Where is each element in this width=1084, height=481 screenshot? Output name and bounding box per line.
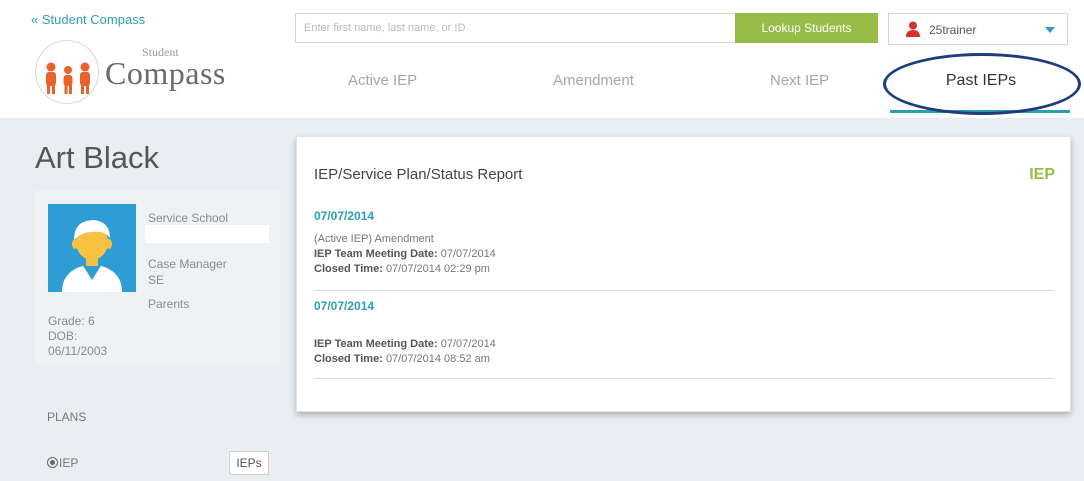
entry-meeting-line: IEP Team Meeting Date: 07/07/2014 — [314, 248, 496, 260]
plans-heading: PLANS — [47, 410, 87, 424]
student-avatar-icon — [62, 220, 122, 292]
meeting-date-value: 07/07/2014 — [440, 248, 496, 260]
ieps-button[interactable]: IEPs — [229, 451, 269, 475]
tab-next-iep[interactable]: Next IEP — [770, 72, 829, 89]
family-icon — [46, 62, 90, 94]
iep-badge: IEP — [1029, 166, 1055, 183]
meeting-date-value: 07/07/2014 — [440, 338, 496, 350]
back-link[interactable]: « Student Compass — [31, 12, 145, 27]
highlight-ellipse-annotation — [883, 53, 1081, 115]
caret-down-icon[interactable] — [1045, 27, 1055, 33]
report-entry: 07/07/2014 IEP Team Meeting Date: 07/07/… — [314, 299, 1054, 379]
closed-time-value: 07/07/2014 02:29 pm — [385, 263, 490, 275]
user-menu[interactable]: 25trainer — [888, 13, 1068, 45]
closed-time-label: Closed Time: — [314, 353, 383, 365]
service-school-value — [145, 225, 269, 243]
entry-note: (Active IEP) Amendment — [314, 233, 434, 245]
meeting-date-label: IEP Team Meeting Date: — [314, 248, 438, 260]
student-avatar — [48, 204, 136, 292]
iep-plan-row: IEP IEPs — [47, 451, 269, 477]
service-school-label: Service School — [148, 211, 229, 225]
logo-large-text: Compass — [105, 55, 226, 91]
student-compass-logo[interactable]: Student Compass — [35, 33, 235, 104]
grade-text: Grade: 6 — [48, 314, 95, 328]
tab-amendment[interactable]: Amendment — [553, 72, 634, 89]
header: « Student Compass Student Compass Lookup… — [0, 0, 1084, 118]
report-title: IEP/Service Plan/Status Report — [314, 166, 523, 183]
report-panel: IEP/Service Plan/Status Report IEP 07/07… — [296, 136, 1071, 412]
lookup-students-button[interactable]: Lookup Students — [735, 13, 878, 43]
closed-time-value: 07/07/2014 08:52 am — [385, 353, 490, 365]
entry-closed-line: Closed Time: 07/07/2014 08:52 am — [314, 353, 490, 365]
parents-label: Parents — [148, 297, 190, 311]
case-manager-value: SE — [148, 273, 165, 287]
tab-active-iep[interactable]: Active IEP — [348, 72, 417, 89]
dob-value: 06/11/2003 — [48, 344, 108, 358]
entry-closed-line: Closed Time: 07/07/2014 02:29 pm — [314, 263, 490, 275]
student-profile-card: Service School Case Manager SE Parents G… — [35, 190, 280, 365]
user-name: 25trainer — [929, 23, 977, 37]
entry-date-link[interactable]: 07/07/2014 — [314, 299, 374, 313]
closed-time-label: Closed Time: — [314, 263, 383, 275]
radio-selected-icon[interactable] — [47, 457, 58, 468]
case-manager-label: Case Manager — [148, 257, 227, 271]
student-search-input[interactable] — [295, 13, 735, 43]
report-entry: 07/07/2014 (Active IEP) Amendment IEP Te… — [314, 209, 1054, 291]
entry-date-link[interactable]: 07/07/2014 — [314, 209, 374, 223]
logo-emblem-icon — [35, 40, 99, 104]
meeting-date-label: IEP Team Meeting Date: — [314, 338, 438, 350]
student-name: Art Black — [35, 140, 160, 175]
user-icon — [906, 21, 920, 37]
dob-label: DOB: — [48, 329, 78, 343]
entry-meeting-line: IEP Team Meeting Date: 07/07/2014 — [314, 338, 496, 350]
iep-plan-label: IEP — [59, 456, 79, 470]
